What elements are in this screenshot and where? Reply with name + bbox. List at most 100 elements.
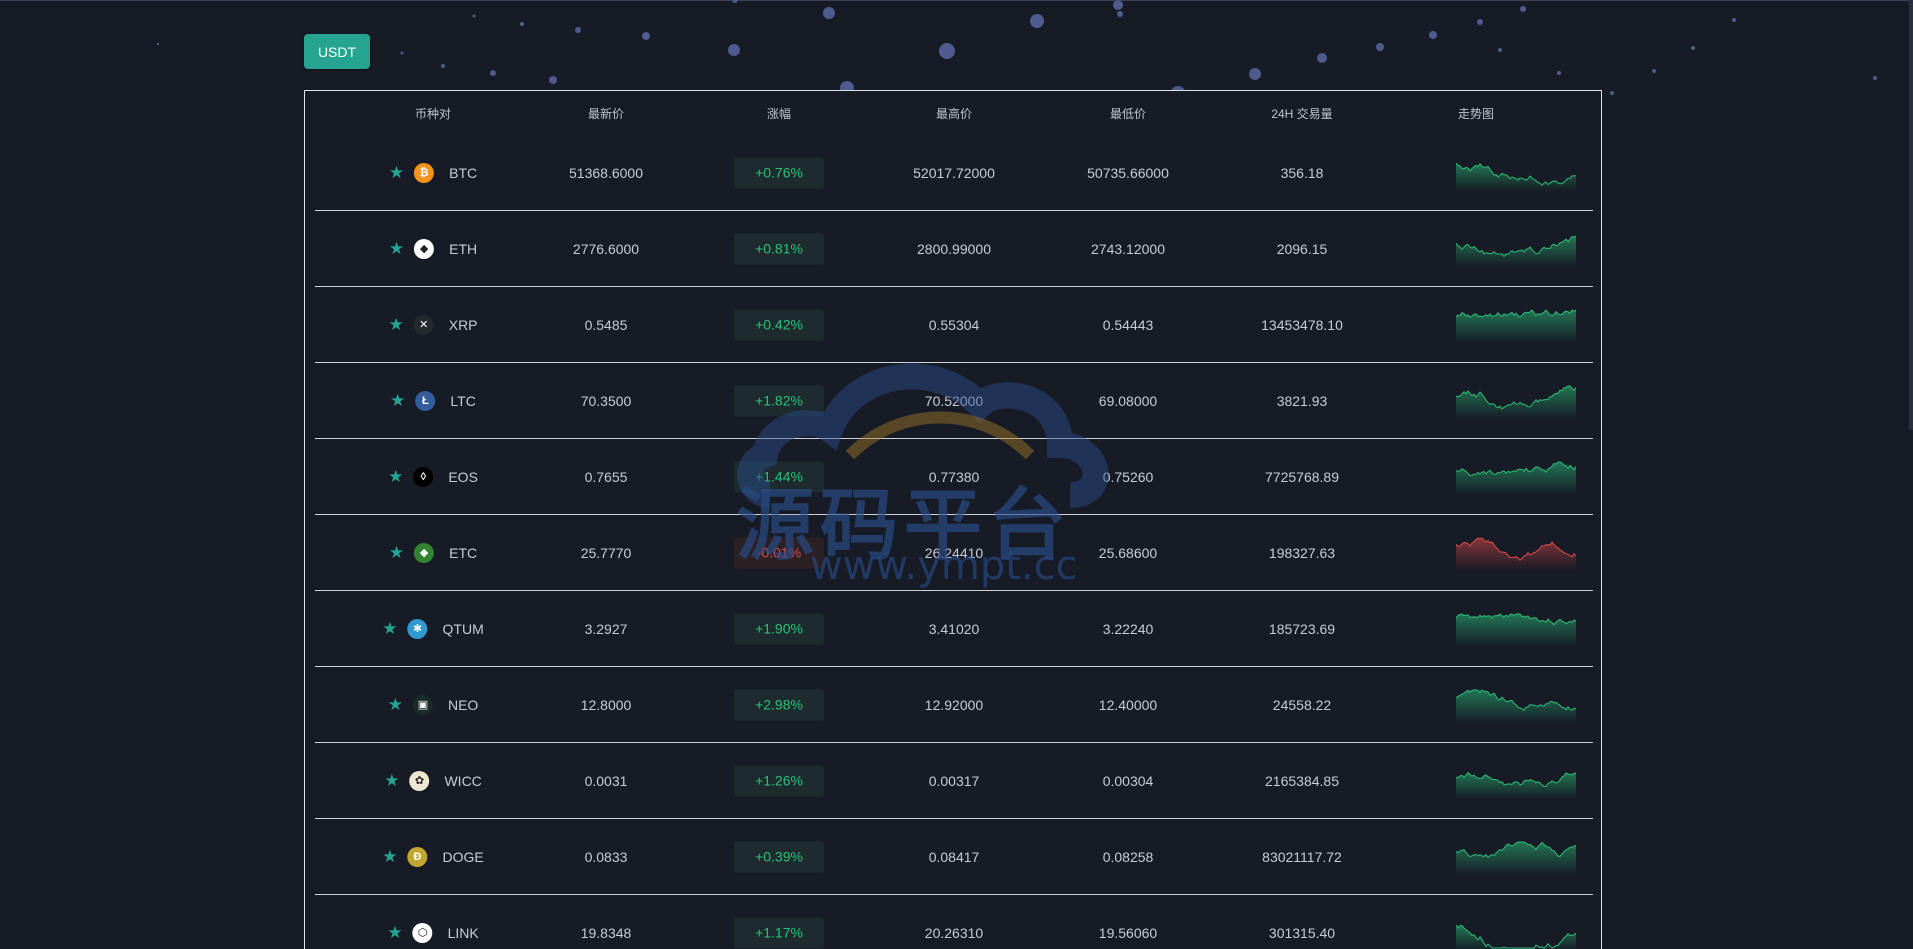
favorite-star-icon[interactable]: ★	[388, 696, 403, 713]
trend-sparkline	[1456, 924, 1576, 949]
eos-icon: ◊	[413, 466, 434, 487]
pair-cell: ★ ₿ BTC	[389, 162, 478, 183]
table-header: 币种对 最新价 涨幅 最高价 最低价 24H 交易量 走势图	[305, 91, 1601, 135]
favorite-star-icon[interactable]: ★	[389, 240, 404, 257]
last-price: 25.7770	[580, 544, 632, 561]
trend-sparkline	[1456, 308, 1576, 343]
change-cell: -0.01%	[734, 537, 824, 568]
pair-symbol: NEO	[447, 696, 479, 713]
low-price: 0.54443	[1102, 316, 1154, 333]
market-row-qtum[interactable]: ★ ✱ QTUM 3.2927 +1.90% 3.41020 3.22240 185723.6…	[315, 591, 1593, 667]
last-price: 3.2927	[584, 620, 628, 637]
header-volume: 24H 交易量	[1271, 107, 1333, 121]
pair-symbol: QTUM	[442, 620, 484, 637]
market-row-doge[interactable]: ★ Ð DOGE 0.0833 +0.39% 0.08417 0.08258 83021117…	[315, 819, 1593, 895]
pair-cell: ★ ⬡ LINK	[387, 922, 479, 943]
market-row-wicc[interactable]: ★ ✿ WICC 0.0031 +1.26% 0.00317 0.00304 2165384.…	[315, 743, 1593, 819]
trend-sparkline	[1456, 385, 1576, 419]
wicc-icon: ✿	[409, 770, 430, 791]
last-price: 12.8000	[580, 696, 632, 713]
change-badge: +0.81%	[734, 233, 824, 264]
high-price: 26.24410	[924, 544, 984, 561]
pair-symbol: ETC	[449, 544, 478, 561]
favorite-star-icon[interactable]: ★	[389, 544, 404, 561]
favorite-star-icon[interactable]: ★	[384, 772, 399, 789]
change-cell: +0.39%	[734, 841, 824, 872]
market-row-ltc[interactable]: ★ Ł LTC 70.3500 +1.82% 70.52000 69.08000 3821.9…	[315, 363, 1593, 439]
change-cell: +1.44%	[734, 461, 824, 492]
volume-24h: 7725768.89	[1265, 468, 1339, 485]
last-price: 0.5485	[584, 316, 628, 333]
change-badge: -0.01%	[734, 537, 824, 568]
trend-sparkline	[1456, 461, 1576, 495]
trend-sparkline	[1456, 612, 1576, 647]
pair-cell: ★ ◆ ETH	[389, 238, 477, 259]
volume-24h: 2165384.85	[1265, 772, 1339, 789]
last-price: 0.7655	[584, 468, 628, 485]
last-price: 70.3500	[580, 392, 632, 409]
favorite-star-icon[interactable]: ★	[388, 316, 403, 333]
header-change: 涨幅	[766, 107, 792, 121]
pair-symbol: BTC	[449, 164, 478, 181]
change-cell: +0.76%	[734, 157, 824, 188]
trend-sparkline	[1456, 537, 1576, 571]
last-price: 51368.6000	[569, 164, 643, 181]
favorite-star-icon[interactable]: ★	[389, 164, 404, 181]
trend-sparkline	[1456, 688, 1576, 723]
volume-24h: 185723.69	[1268, 620, 1336, 637]
volume-24h: 24558.22	[1272, 696, 1332, 713]
qtum-icon: ✱	[407, 618, 428, 639]
low-price: 69.08000	[1098, 392, 1158, 409]
trend-sparkline	[1456, 162, 1576, 191]
change-cell: +1.90%	[734, 613, 824, 644]
change-badge: +1.26%	[734, 765, 824, 796]
favorite-star-icon[interactable]: ★	[387, 924, 402, 941]
change-cell: +1.17%	[734, 917, 824, 948]
favorite-star-icon[interactable]: ★	[382, 848, 397, 865]
low-price: 0.75260	[1102, 468, 1154, 485]
change-badge: +1.44%	[734, 461, 824, 492]
pair-cell: ★ ✿ WICC	[384, 770, 482, 791]
volume-24h: 301315.40	[1268, 924, 1336, 941]
change-cell: +0.81%	[734, 233, 824, 264]
market-table: 币种对 最新价 涨幅 最高价 最低价 24H 交易量 走势图 ★ ₿ BTC 5136…	[304, 90, 1602, 949]
last-price: 19.8348	[580, 924, 632, 941]
chainlink-icon: ⬡	[412, 922, 433, 943]
market-row-btc[interactable]: ★ ₿ BTC 51368.6000 +0.76% 52017.72000 50735.66…	[315, 135, 1593, 211]
high-price: 70.52000	[924, 392, 984, 409]
favorite-star-icon[interactable]: ★	[390, 392, 405, 409]
market-row-neo[interactable]: ★ ▣ NEO 12.8000 +2.98% 12.92000 12.40000 24558.…	[315, 667, 1593, 743]
pair-symbol: WICC	[444, 772, 482, 789]
currency-tab-usdt[interactable]: USDT	[304, 34, 370, 69]
low-price: 2743.12000	[1091, 240, 1165, 257]
trend-sparkline	[1456, 235, 1576, 267]
market-row-xrp[interactable]: ★ ✕ XRP 0.5485 +0.42% 0.55304 0.54443 13453478.…	[315, 287, 1593, 363]
bitcoin-icon: ₿	[414, 162, 435, 183]
change-badge: +1.90%	[734, 613, 824, 644]
pair-cell: ★ ✱ QTUM	[382, 618, 484, 639]
last-price: 0.0031	[584, 772, 628, 789]
low-price: 25.68600	[1098, 544, 1158, 561]
litecoin-icon: Ł	[415, 390, 436, 411]
market-row-eos[interactable]: ★ ◊ EOS 0.7655 +1.44% 0.77380 0.75260 7725768.8…	[315, 439, 1593, 515]
market-row-etc[interactable]: ★ ◆ ETC 25.7770 -0.01% 26.24410 25.68600 198327…	[315, 515, 1593, 591]
pair-cell: ★ ✕ XRP	[388, 314, 478, 335]
volume-24h: 2096.15	[1276, 240, 1328, 257]
pair-symbol: LINK	[447, 924, 479, 941]
header-last-price: 最新价	[587, 107, 625, 121]
low-price: 50735.66000	[1087, 164, 1169, 181]
neo-icon: ▣	[412, 694, 433, 715]
change-badge: +2.98%	[734, 689, 824, 720]
top-divider	[0, 0, 1913, 1]
trend-sparkline	[1456, 841, 1576, 875]
high-price: 0.55304	[928, 316, 980, 333]
pair-cell: ★ ▣ NEO	[388, 694, 479, 715]
favorite-star-icon[interactable]: ★	[388, 468, 403, 485]
market-row-link[interactable]: ★ ⬡ LINK 19.8348 +1.17% 20.26310 19.56060 30131…	[315, 895, 1593, 949]
last-price: 0.0833	[584, 848, 628, 865]
pair-symbol: XRP	[448, 316, 478, 333]
favorite-star-icon[interactable]: ★	[382, 620, 397, 637]
market-row-eth[interactable]: ★ ◆ ETH 2776.6000 +0.81% 2800.99000 2743.12000…	[315, 211, 1593, 287]
change-badge: +0.39%	[734, 841, 824, 872]
page-scrollbar[interactable]	[1909, 0, 1913, 430]
